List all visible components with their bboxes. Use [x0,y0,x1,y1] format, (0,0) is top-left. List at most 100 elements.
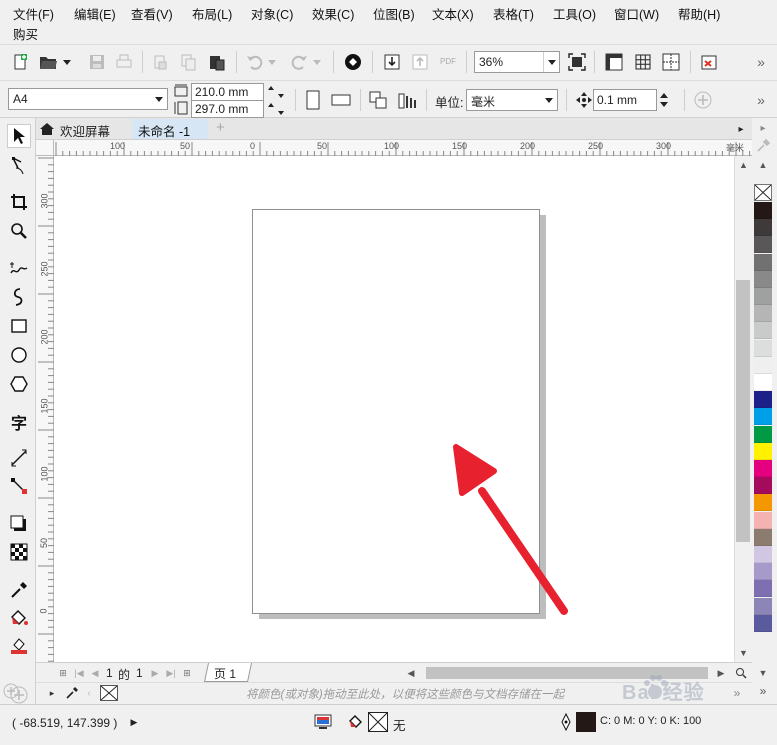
open-folder-icon[interactable] [38,51,60,73]
unit-select[interactable]: 毫米 [466,89,558,111]
palette-flyout-icon[interactable]: ▸ [754,120,772,136]
color-swatch[interactable] [754,391,772,409]
chevron-down-icon[interactable] [541,90,557,110]
menu-table[interactable]: 表格(T) [493,4,534,23]
scroll-up-icon[interactable]: ▲ [735,158,752,172]
full-screen-icon[interactable] [566,51,588,73]
menu-effects[interactable]: 效果(C) [312,4,354,23]
menu-help[interactable]: 帮助(H) [678,4,720,23]
palette-eyedropper-icon[interactable] [754,138,772,154]
vertical-scroll-thumb[interactable] [736,280,750,542]
color-swatch[interactable] [754,408,772,426]
vertical-ruler[interactable]: 300 250 200 150 100 50 0 [36,156,54,662]
palette-scroll-down-icon[interactable]: ▼ [754,666,772,680]
color-swatch[interactable] [754,580,772,598]
color-swatch[interactable] [754,460,772,477]
page-height-input[interactable]: 297.0 mm [191,100,264,118]
color-swatch[interactable] [754,425,772,443]
freehand-tool-icon[interactable] [7,256,31,280]
landscape-icon[interactable] [330,89,352,111]
zoom-navigator-icon[interactable] [734,664,748,682]
overflow-icon[interactable]: » [750,89,772,111]
zoom-level-select[interactable]: 36% [474,51,560,73]
overflow-icon[interactable]: » [750,51,772,73]
menu-bitmaps[interactable]: 位图(B) [373,4,415,23]
drop-shadow-tool-icon[interactable] [7,512,31,536]
horizontal-ruler[interactable]: 100 50 0 50 100 150 200 250 300 毫米 [54,140,752,156]
menu-view[interactable]: 查看(V) [131,4,173,23]
color-swatch[interactable] [754,253,772,271]
document-palette-expand-icon[interactable]: » [730,684,744,702]
color-swatch[interactable] [754,270,772,288]
no-color-swatch[interactable] [754,184,772,201]
menu-object[interactable]: 对象(C) [251,4,293,23]
chevron-down-icon[interactable] [151,89,167,109]
rectangle-tool-icon[interactable] [7,314,31,338]
color-swatch[interactable] [754,305,772,323]
drawing-canvas[interactable] [54,156,734,662]
document-palette-flyout-icon[interactable]: ▸ [46,684,58,702]
import-icon[interactable] [381,51,403,73]
first-page-icon[interactable]: |◀ [72,664,86,682]
palette-expand-icon[interactable]: » [754,684,772,698]
eyedropper-tool-icon[interactable] [7,578,31,602]
tabs-scroll-right-icon[interactable]: ▸ [734,119,748,139]
transparency-tool-icon[interactable] [7,540,31,564]
document-palette-eyedropper-icon[interactable] [64,684,80,702]
pick-tool-icon[interactable] [7,124,31,148]
color-swatch[interactable] [754,597,772,615]
text-tool-icon[interactable]: 字 [7,410,31,434]
scroll-right-icon[interactable]: ▶ [714,664,728,682]
color-swatch[interactable] [754,374,772,391]
outline-color-swatch[interactable] [576,712,596,732]
add-page-after-icon[interactable]: ⊞ [180,664,194,682]
shape-tool-icon[interactable] [7,154,31,178]
snap-off-icon[interactable] [698,51,720,73]
open-dropdown-icon[interactable] [60,51,74,73]
horizontal-scroll-thumb[interactable] [426,667,708,679]
menu-file[interactable]: 文件(F) [13,4,54,23]
previous-page-icon[interactable]: ◀ [88,664,102,682]
polygon-tool-icon[interactable] [7,372,31,396]
scroll-down-icon[interactable]: ▼ [735,646,752,660]
scroll-left-icon[interactable]: ◀ [404,664,418,682]
palette-scroll-up-icon[interactable]: ▲ [754,158,772,172]
portrait-icon[interactable] [302,89,324,111]
color-swatch[interactable] [754,356,772,374]
smart-fill-tool-icon[interactable] [7,634,31,658]
color-swatch[interactable] [754,219,772,237]
parallel-dimension-tool-icon[interactable] [7,446,31,470]
zoom-tool-icon[interactable] [7,219,31,243]
ruler-origin[interactable] [36,140,54,156]
menu-buy[interactable]: 购买 [13,24,38,43]
color-swatch[interactable] [754,288,772,305]
last-page-icon[interactable]: ▶| [164,664,178,682]
color-swatch[interactable] [754,494,772,512]
artistic-media-tool-icon[interactable] [7,284,31,308]
color-swatch[interactable] [754,322,772,340]
paste-icon[interactable] [206,51,228,73]
tab-untitled-document[interactable]: 未命名 -1 [132,119,208,139]
color-swatch[interactable] [754,546,772,563]
add-tab-button[interactable]: + [210,117,231,137]
interactive-fill-tool-icon[interactable] [7,606,31,630]
tab-welcome-screen[interactable]: 欢迎屏幕 [54,119,116,139]
color-swatch[interactable] [754,511,772,529]
color-swatch[interactable] [754,563,772,581]
menu-text[interactable]: 文本(X) [432,4,474,23]
next-page-icon[interactable]: ▶ [148,664,162,682]
crop-tool-icon[interactable] [7,190,31,214]
nudge-spinner-icon[interactable] [656,89,672,111]
color-swatch[interactable] [754,477,772,495]
nudge-distance-input[interactable]: 0.1 mm [593,89,657,111]
color-swatch[interactable] [754,528,772,546]
color-swatch[interactable] [754,614,772,632]
menu-window[interactable]: 窗口(W) [614,4,659,23]
menu-edit[interactable]: 编辑(E) [74,4,116,23]
current-page-icon[interactable] [397,89,419,111]
ellipse-tool-icon[interactable] [7,343,31,367]
fill-none-swatch[interactable] [368,712,388,732]
add-page-before-icon[interactable]: ⊞ [56,664,70,682]
status-flyout-icon[interactable]: ▶ [128,713,140,731]
menu-layout[interactable]: 布局(L) [192,4,232,23]
